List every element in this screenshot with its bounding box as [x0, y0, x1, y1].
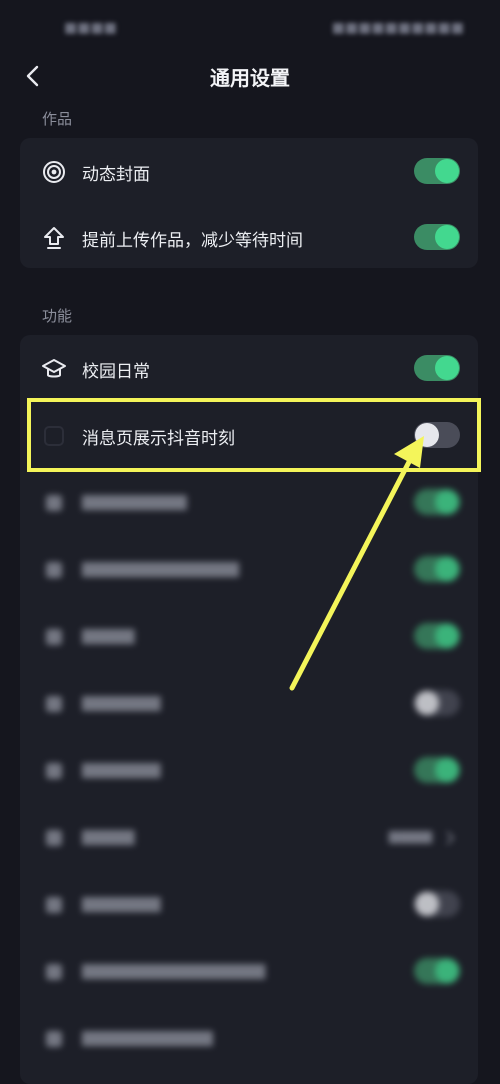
blurred-toggle[interactable] — [414, 757, 460, 783]
blurred-icon — [40, 757, 68, 785]
blurred-setting-row[interactable]: ▆▆▆▆▆▆▆▆ — [20, 469, 478, 537]
blurred-toggle[interactable] — [414, 690, 460, 716]
highlight-box — [27, 398, 481, 472]
dynamic-cover-toggle[interactable] — [414, 158, 460, 184]
blurred-label: ▆▆▆▆▆▆▆▆ — [82, 491, 187, 511]
blurred-setting-row[interactable]: ▆▆▆▆▆▆▆▆▆▆▆▆ — [20, 536, 478, 604]
blurred-label: ▆▆▆▆▆▆ — [82, 893, 161, 913]
blurred-icon — [40, 958, 68, 986]
blurred-toggle[interactable] — [414, 958, 460, 984]
blurred-label: ▆▆▆▆▆▆▆▆▆▆▆▆ — [82, 558, 239, 578]
setting-row-dynamic-cover[interactable]: 动态封面 — [20, 138, 478, 206]
blurred-setting-row[interactable]: ▆▆▆▆ — [20, 603, 478, 671]
blurred-icon — [40, 690, 68, 718]
setting-label: 校园日常 — [82, 362, 150, 382]
blurred-label: ▆▆▆▆▆▆▆▆▆▆ — [82, 1027, 213, 1047]
blurred-setting-row[interactable]: ▆▆▆▆▆▆ — [20, 871, 478, 939]
blurred-setting-row[interactable]: ▆▆▆▆▆▆▆▆▆▆ — [20, 1005, 478, 1073]
status-bar: ■■■■ ■■■■■■■■■■ — [0, 0, 500, 52]
blurred-label: ▆▆▆▆▆▆ — [82, 759, 161, 779]
campus-daily-toggle[interactable] — [414, 355, 460, 381]
blurred-setting-row[interactable]: ▆▆▆▆▆▆ — [20, 670, 478, 738]
setting-label: 提前上传作品，减少等待时间 — [82, 231, 303, 251]
blurred-label: ▆▆▆▆ — [82, 826, 135, 846]
setting-label: 动态封面 — [82, 165, 150, 185]
blurred-icon — [40, 556, 68, 584]
chevron-right-icon — [446, 831, 455, 845]
blurred-toggle[interactable] — [414, 556, 460, 582]
blurred-toggle[interactable] — [414, 623, 460, 649]
works-card: 动态封面 提前上传作品，减少等待时间 — [20, 138, 478, 268]
blurred-toggle[interactable] — [414, 891, 460, 917]
blurred-label: ▆▆▆▆▆▆ — [82, 692, 161, 712]
section-label-features: 功能 — [42, 307, 73, 325]
page-title: 通用设置 — [210, 66, 290, 90]
blurred-setting-row[interactable]: ▆▆▆▆▆▆ — [20, 737, 478, 805]
blurred-setting-row[interactable]: ▆▆▆▆▆▆▆▆▆▆▆▆▆▆ — [20, 938, 478, 1006]
blurred-label: ▆▆▆▆ — [82, 625, 135, 645]
section-label-works: 作品 — [42, 110, 73, 128]
target-icon — [40, 158, 68, 186]
blurred-icon — [40, 824, 68, 852]
blurred-icon — [40, 891, 68, 919]
blurred-icon — [40, 1025, 68, 1053]
nav-bar: 通用设置 — [0, 52, 500, 100]
status-time: ■■■■ — [64, 20, 117, 36]
setting-row-campus-daily[interactable]: 校园日常 — [20, 335, 478, 403]
blurred-setting-row[interactable]: ▆▆▆▆ ▆▆▆▆ — [20, 804, 478, 872]
upload-icon — [40, 224, 68, 252]
early-upload-toggle[interactable] — [414, 224, 460, 250]
graduation-cap-icon — [40, 355, 68, 383]
blurred-icon — [40, 623, 68, 651]
blurred-value: ▆▆▆▆ — [388, 828, 432, 844]
blurred-toggle[interactable] — [414, 489, 460, 515]
status-icons: ■■■■■■■■■■ — [331, 20, 464, 36]
setting-row-early-upload[interactable]: 提前上传作品，减少等待时间 — [20, 204, 478, 272]
blurred-icon — [40, 489, 68, 517]
blurred-label: ▆▆▆▆▆▆▆▆▆▆▆▆▆▆ — [82, 960, 266, 980]
